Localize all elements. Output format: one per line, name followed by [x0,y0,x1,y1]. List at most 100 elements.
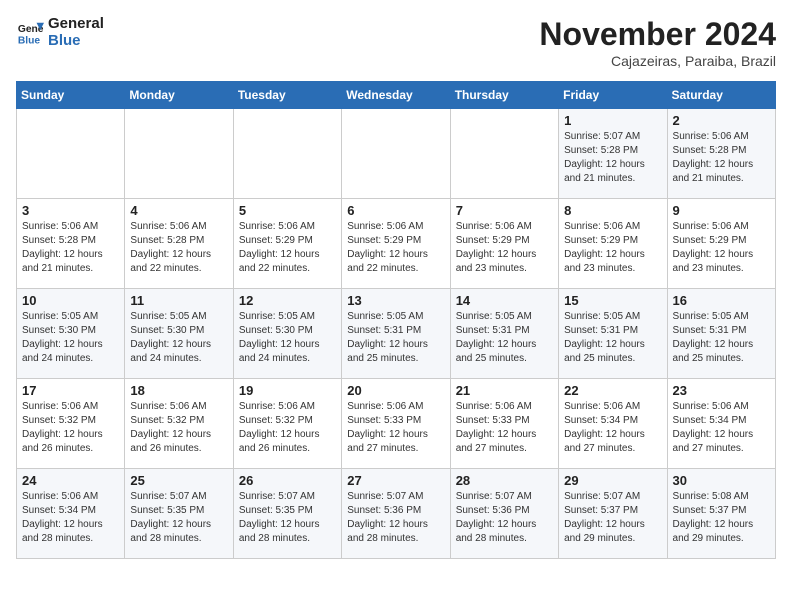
day-number: 16 [673,293,770,308]
day-info: Sunrise: 5:06 AM Sunset: 5:29 PM Dayligh… [564,220,661,276]
day-number: 6 [347,203,444,218]
day-info: Sunrise: 5:07 AM Sunset: 5:36 PM Dayligh… [347,490,444,546]
day-number: 20 [347,383,444,398]
day-info: Sunrise: 5:08 AM Sunset: 5:37 PM Dayligh… [673,490,770,546]
day-info: Sunrise: 5:05 AM Sunset: 5:30 PM Dayligh… [22,310,119,366]
day-number: 17 [22,383,119,398]
calendar-cell: 10Sunrise: 5:05 AM Sunset: 5:30 PM Dayli… [17,289,125,379]
day-info: Sunrise: 5:06 AM Sunset: 5:34 PM Dayligh… [22,490,119,546]
day-number: 15 [564,293,661,308]
page-header: General Blue General Blue November 2024 … [16,16,776,69]
calendar-week-row: 10Sunrise: 5:05 AM Sunset: 5:30 PM Dayli… [17,289,776,379]
day-number: 13 [347,293,444,308]
day-number: 24 [22,473,119,488]
logo-icon: General Blue [16,19,44,47]
calendar-cell [342,109,450,199]
day-info: Sunrise: 5:06 AM Sunset: 5:29 PM Dayligh… [239,220,336,276]
day-info: Sunrise: 5:06 AM Sunset: 5:33 PM Dayligh… [456,400,553,456]
day-info: Sunrise: 5:07 AM Sunset: 5:35 PM Dayligh… [130,490,227,546]
day-number: 23 [673,383,770,398]
day-info: Sunrise: 5:05 AM Sunset: 5:31 PM Dayligh… [564,310,661,366]
day-info: Sunrise: 5:06 AM Sunset: 5:33 PM Dayligh… [347,400,444,456]
day-number: 8 [564,203,661,218]
day-number: 4 [130,203,227,218]
day-number: 11 [130,293,227,308]
calendar-table: SundayMondayTuesdayWednesdayThursdayFrid… [16,81,776,559]
weekday-header-monday: Monday [125,82,233,109]
weekday-header-saturday: Saturday [667,82,775,109]
calendar-week-row: 1 Sunrise: 5:07 AM Sunset: 5:28 PM Daylig… [17,109,776,199]
calendar-cell: 17 Sunrise: 5:06 AM Sunset: 5:32 PM Dayli… [17,379,125,469]
calendar-cell: 8 Sunrise: 5:06 AM Sunset: 5:29 PM Daylig… [559,199,667,289]
calendar-cell: 12 Sunrise: 5:05 AM Sunset: 5:30 PM Dayli… [233,289,341,379]
weekday-header-tuesday: Tuesday [233,82,341,109]
day-info: Sunrise: 5:06 AM Sunset: 5:29 PM Dayligh… [673,220,770,276]
weekday-header-thursday: Thursday [450,82,558,109]
calendar-cell: 16Sunrise: 5:05 AM Sunset: 5:31 PM Dayli… [667,289,775,379]
logo-line1: General [48,16,104,33]
calendar-cell: 23 Sunrise: 5:06 AM Sunset: 5:34 PM Dayli… [667,379,775,469]
calendar-cell: 26Sunrise: 5:07 AM Sunset: 5:35 PM Dayli… [233,469,341,559]
calendar-cell: 5 Sunrise: 5:06 AM Sunset: 5:29 PM Daylig… [233,199,341,289]
calendar-week-row: 17 Sunrise: 5:06 AM Sunset: 5:32 PM Dayli… [17,379,776,469]
day-info: Sunrise: 5:06 AM Sunset: 5:34 PM Dayligh… [564,400,661,456]
day-number: 28 [456,473,553,488]
day-number: 12 [239,293,336,308]
day-number: 2 [673,113,770,128]
day-number: 25 [130,473,227,488]
calendar-cell: 21 Sunrise: 5:06 AM Sunset: 5:33 PM Dayli… [450,379,558,469]
calendar-cell: 30 Sunrise: 5:08 AM Sunset: 5:37 PM Dayli… [667,469,775,559]
day-info: Sunrise: 5:06 AM Sunset: 5:32 PM Dayligh… [22,400,119,456]
weekday-header-row: SundayMondayTuesdayWednesdayThursdayFrid… [17,82,776,109]
day-info: Sunrise: 5:06 AM Sunset: 5:32 PM Dayligh… [130,400,227,456]
day-number: 30 [673,473,770,488]
calendar-week-row: 24 Sunrise: 5:06 AM Sunset: 5:34 PM Dayli… [17,469,776,559]
day-info: Sunrise: 5:07 AM Sunset: 5:28 PM Dayligh… [564,130,661,186]
calendar-cell [450,109,558,199]
calendar-cell: 28Sunrise: 5:07 AM Sunset: 5:36 PM Dayli… [450,469,558,559]
day-info: Sunrise: 5:07 AM Sunset: 5:37 PM Dayligh… [564,490,661,546]
weekday-header-friday: Friday [559,82,667,109]
day-info: Sunrise: 5:06 AM Sunset: 5:28 PM Dayligh… [22,220,119,276]
svg-text:Blue: Blue [18,35,41,46]
day-number: 27 [347,473,444,488]
day-number: 19 [239,383,336,398]
calendar-cell: 25 Sunrise: 5:07 AM Sunset: 5:35 PM Dayli… [125,469,233,559]
day-number: 18 [130,383,227,398]
logo-line2: Blue [48,33,104,50]
calendar-cell: 20 Sunrise: 5:06 AM Sunset: 5:33 PM Dayli… [342,379,450,469]
weekday-header-sunday: Sunday [17,82,125,109]
calendar-cell: 3 Sunrise: 5:06 AM Sunset: 5:28 PM Daylig… [17,199,125,289]
calendar-cell: 11 Sunrise: 5:05 AM Sunset: 5:30 PM Dayli… [125,289,233,379]
calendar-cell: 1 Sunrise: 5:07 AM Sunset: 5:28 PM Daylig… [559,109,667,199]
day-info: Sunrise: 5:05 AM Sunset: 5:30 PM Dayligh… [239,310,336,366]
calendar-cell: 19 Sunrise: 5:06 AM Sunset: 5:32 PM Dayli… [233,379,341,469]
calendar-cell [17,109,125,199]
day-info: Sunrise: 5:06 AM Sunset: 5:28 PM Dayligh… [130,220,227,276]
day-info: Sunrise: 5:05 AM Sunset: 5:31 PM Dayligh… [456,310,553,366]
day-info: Sunrise: 5:05 AM Sunset: 5:30 PM Dayligh… [130,310,227,366]
calendar-cell: 27 Sunrise: 5:07 AM Sunset: 5:36 PM Dayli… [342,469,450,559]
calendar-cell: 24 Sunrise: 5:06 AM Sunset: 5:34 PM Dayli… [17,469,125,559]
day-info: Sunrise: 5:06 AM Sunset: 5:32 PM Dayligh… [239,400,336,456]
day-number: 5 [239,203,336,218]
day-number: 14 [456,293,553,308]
calendar-cell: 2 Sunrise: 5:06 AM Sunset: 5:28 PM Daylig… [667,109,775,199]
calendar-cell: 7Sunrise: 5:06 AM Sunset: 5:29 PM Daylig… [450,199,558,289]
day-number: 3 [22,203,119,218]
day-info: Sunrise: 5:06 AM Sunset: 5:34 PM Dayligh… [673,400,770,456]
day-info: Sunrise: 5:05 AM Sunset: 5:31 PM Dayligh… [347,310,444,366]
month-title: November 2024 [539,16,776,53]
calendar-cell: 22Sunrise: 5:06 AM Sunset: 5:34 PM Dayli… [559,379,667,469]
calendar-cell: 18 Sunrise: 5:06 AM Sunset: 5:32 PM Dayli… [125,379,233,469]
day-number: 1 [564,113,661,128]
calendar-cell [233,109,341,199]
calendar-cell: 13 Sunrise: 5:05 AM Sunset: 5:31 PM Dayli… [342,289,450,379]
location: Cajazeiras, Paraiba, Brazil [539,53,776,69]
day-info: Sunrise: 5:07 AM Sunset: 5:35 PM Dayligh… [239,490,336,546]
calendar-cell: 9Sunrise: 5:06 AM Sunset: 5:29 PM Daylig… [667,199,775,289]
day-number: 21 [456,383,553,398]
calendar-cell [125,109,233,199]
day-info: Sunrise: 5:06 AM Sunset: 5:28 PM Dayligh… [673,130,770,186]
calendar-cell: 6Sunrise: 5:06 AM Sunset: 5:29 PM Daylig… [342,199,450,289]
